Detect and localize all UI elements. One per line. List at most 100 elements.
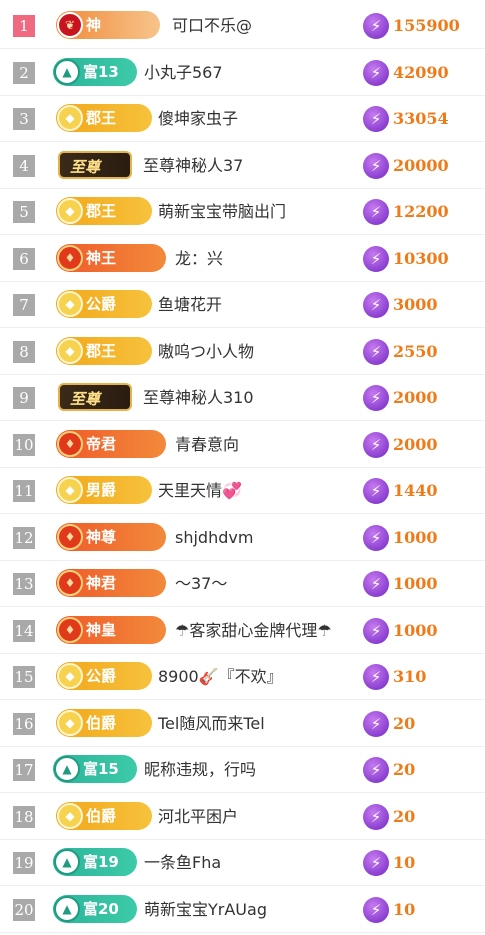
lightning-coin-icon: ⚡ <box>363 478 389 504</box>
badge-emblem-icon: ♦ <box>57 570 83 596</box>
contribution-value: 12200 <box>393 202 449 221</box>
badge-label: 伯爵 <box>86 807 117 825</box>
contribution-value: 1440 <box>393 481 438 500</box>
rank-number: 11 <box>13 480 35 502</box>
rank-number: 9 <box>13 387 35 409</box>
badge-label: 郡王 <box>86 342 117 360</box>
level-badge: ◆ 郡王 <box>56 104 152 132</box>
user-name[interactable]: 昵称违规，行吗 <box>144 759 256 781</box>
leaderboard-row[interactable]: 6 ♦ 神王 龙：兴 ⚡ 10300 <box>0 236 485 282</box>
rank-number: 14 <box>13 620 35 642</box>
leaderboard-row[interactable]: 1 ❦ 神可口不乐@ ⚡ 155900 <box>0 3 485 49</box>
lightning-coin-icon: ⚡ <box>363 153 389 179</box>
level-badge: ♦ 神君 <box>56 569 166 597</box>
badge-emblem-icon: ◆ <box>57 803 83 829</box>
user-name[interactable]: 萌新宝宝YrAUag <box>144 899 267 921</box>
contribution-value: 20 <box>393 807 416 826</box>
user-name[interactable]: 一条鱼Fha <box>144 852 221 874</box>
badge-label: 神 <box>86 16 102 34</box>
badge-label: 神王 <box>86 249 117 267</box>
contribution-value: 1000 <box>393 528 438 547</box>
leaderboard-row[interactable]: 20 ▲ 富20 萌新宝宝YrAUag ⚡ 10 <box>0 887 485 933</box>
contribution-value: 155900 <box>393 16 460 35</box>
leaderboard-row[interactable]: 9 至尊 至尊神秘人310 ⚡ 2000 <box>0 375 485 421</box>
leaderboard-row[interactable]: 18 ◆ 伯爵 河北平困户 ⚡ 20 <box>0 794 485 840</box>
user-name[interactable]: shjdhdvm <box>175 527 253 549</box>
leaderboard-row[interactable]: 2 ▲ 富13 小丸子567 ⚡ 42090 <box>0 50 485 96</box>
rank-number: 17 <box>13 759 35 781</box>
user-name[interactable]: ～37～ <box>175 573 227 595</box>
badge-label: 富13 <box>83 63 119 81</box>
lightning-coin-icon: ⚡ <box>363 292 389 318</box>
leaderboard-row[interactable]: 13 ♦ 神君 ～37～ ⚡ 1000 <box>0 561 485 607</box>
leaderboard-row[interactable]: 15 ◆ 公爵 8900🎸『不欢』 ⚡ 310 <box>0 654 485 700</box>
badge-label: 至尊 <box>70 158 101 176</box>
badge-emblem-icon: ▲ <box>54 59 80 85</box>
lightning-coin-icon: ⚡ <box>363 106 389 132</box>
level-badge: ❦ 神 <box>56 11 160 39</box>
leaderboard-row[interactable]: 7 ◆ 公爵 鱼塘花开 ⚡ 3000 <box>0 282 485 328</box>
user-name[interactable]: 河北平困户 <box>158 806 238 828</box>
user-name[interactable]: 至尊神秘人37 <box>143 155 243 177</box>
badge-label: 郡王 <box>86 109 117 127</box>
lightning-coin-icon: ⚡ <box>363 432 389 458</box>
rank-number: 3 <box>13 108 35 130</box>
rank-number: 8 <box>13 341 35 363</box>
badge-emblem-icon: ♦ <box>57 524 83 550</box>
user-name[interactable]: ☂客家甜心金牌代理☂ <box>175 620 332 642</box>
leaderboard-row[interactable]: 5 ◆ 郡王 萌新宝宝带脑出门 ⚡ 12200 <box>0 189 485 235</box>
lightning-coin-icon: ⚡ <box>363 757 389 783</box>
lightning-coin-icon: ⚡ <box>363 60 389 86</box>
contribution-value: 1000 <box>393 574 438 593</box>
contribution-value: 310 <box>393 667 427 686</box>
user-name[interactable]: 龙：兴 <box>175 248 223 270</box>
leaderboard-row[interactable]: 8 ◆ 郡王 嗷呜つ小人物 ⚡ 2550 <box>0 329 485 375</box>
leaderboard-row[interactable]: 12 ♦ 神尊 shjdhdvm ⚡ 1000 <box>0 515 485 561</box>
leaderboard-row[interactable]: 3 ◆ 郡王 傻坤家虫子 ⚡ 33054 <box>0 96 485 142</box>
contribution-value: 10300 <box>393 249 449 268</box>
lightning-coin-icon: ⚡ <box>363 385 389 411</box>
leaderboard-row[interactable]: 4 至尊 至尊神秘人37 ⚡ 20000 <box>0 143 485 189</box>
level-badge: ◆ 伯爵 <box>56 709 152 737</box>
user-name[interactable]: 至尊神秘人310 <box>143 387 254 409</box>
contribution-value: 42090 <box>393 63 449 82</box>
lightning-coin-icon: ⚡ <box>363 897 389 923</box>
user-name[interactable]: 鱼塘花开 <box>158 294 222 316</box>
user-name[interactable]: 小丸子567 <box>144 62 223 84</box>
badge-emblem-icon: ◆ <box>57 477 83 503</box>
lightning-coin-icon: ⚡ <box>363 246 389 272</box>
level-badge: ◆ 郡王 <box>56 337 152 365</box>
leaderboard-row[interactable]: 19 ▲ 富19 一条鱼Fha ⚡ 10 <box>0 840 485 886</box>
contribution-value: 10 <box>393 900 416 919</box>
user-name[interactable]: 萌新宝宝带脑出门 <box>158 201 286 223</box>
lightning-coin-icon: ⚡ <box>363 711 389 737</box>
badge-emblem-icon: ◆ <box>57 291 83 317</box>
contribution-value: 10 <box>393 853 416 872</box>
leaderboard-row[interactable]: 16 ◆ 伯爵 Tel随风而来Tel ⚡ 20 <box>0 701 485 747</box>
user-name[interactable]: Tel随风而来Tel <box>158 713 265 735</box>
leaderboard-row[interactable]: 14 ♦ 神皇 ☂客家甜心金牌代理☂ ⚡ 1000 <box>0 608 485 654</box>
badge-label: 富15 <box>83 760 119 778</box>
leaderboard-row[interactable]: 10 ♦ 帝君 青春意向 ⚡ 2000 <box>0 422 485 468</box>
lightning-coin-icon: ⚡ <box>363 339 389 365</box>
rank-number: 13 <box>13 573 35 595</box>
user-name[interactable]: 可口不乐@ <box>172 15 252 37</box>
user-name[interactable]: 傻坤家虫子 <box>158 108 238 130</box>
rank-number: 19 <box>13 852 35 874</box>
level-badge: ♦ 神王 <box>56 244 166 272</box>
badge-emblem-icon: ◆ <box>57 338 83 364</box>
contribution-value: 3000 <box>393 295 438 314</box>
leaderboard-row[interactable]: 11 ◆ 男爵 天里天情💞 ⚡ 1440 <box>0 468 485 514</box>
badge-emblem-icon: ▲ <box>54 756 80 782</box>
contribution-value: 1000 <box>393 621 438 640</box>
lightning-coin-icon: ⚡ <box>363 850 389 876</box>
leaderboard-row[interactable]: 17 ▲ 富15 昵称违规，行吗 ⚡ 20 <box>0 747 485 793</box>
lightning-coin-icon: ⚡ <box>363 618 389 644</box>
user-name[interactable]: 天里天情💞 <box>158 480 242 502</box>
contribution-value: 2000 <box>393 435 438 454</box>
user-name[interactable]: 8900🎸『不欢』 <box>158 666 283 688</box>
badge-emblem-icon: ◆ <box>57 710 83 736</box>
user-name[interactable]: 嗷呜つ小人物 <box>158 341 254 363</box>
contribution-value: 20000 <box>393 156 449 175</box>
user-name[interactable]: 青春意向 <box>175 434 239 456</box>
